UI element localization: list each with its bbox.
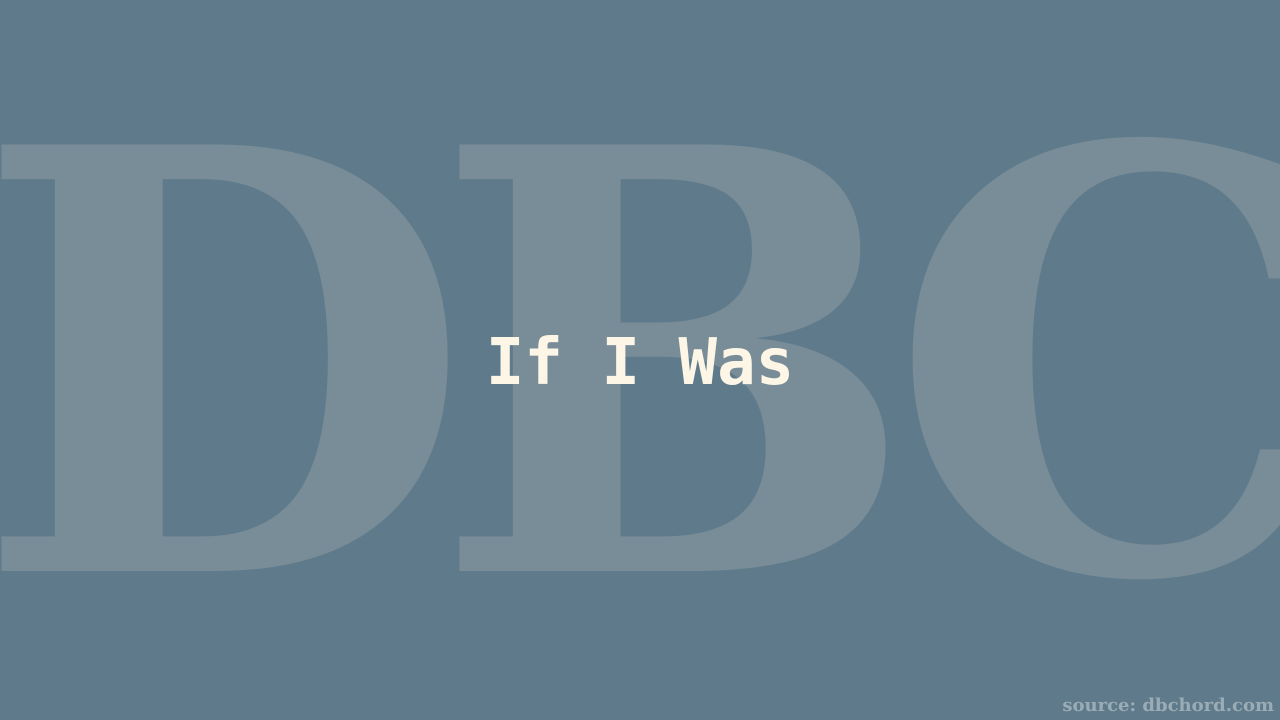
song-title: If I Was — [485, 326, 795, 400]
source-credit: source: dbchord.com — [1062, 695, 1274, 716]
